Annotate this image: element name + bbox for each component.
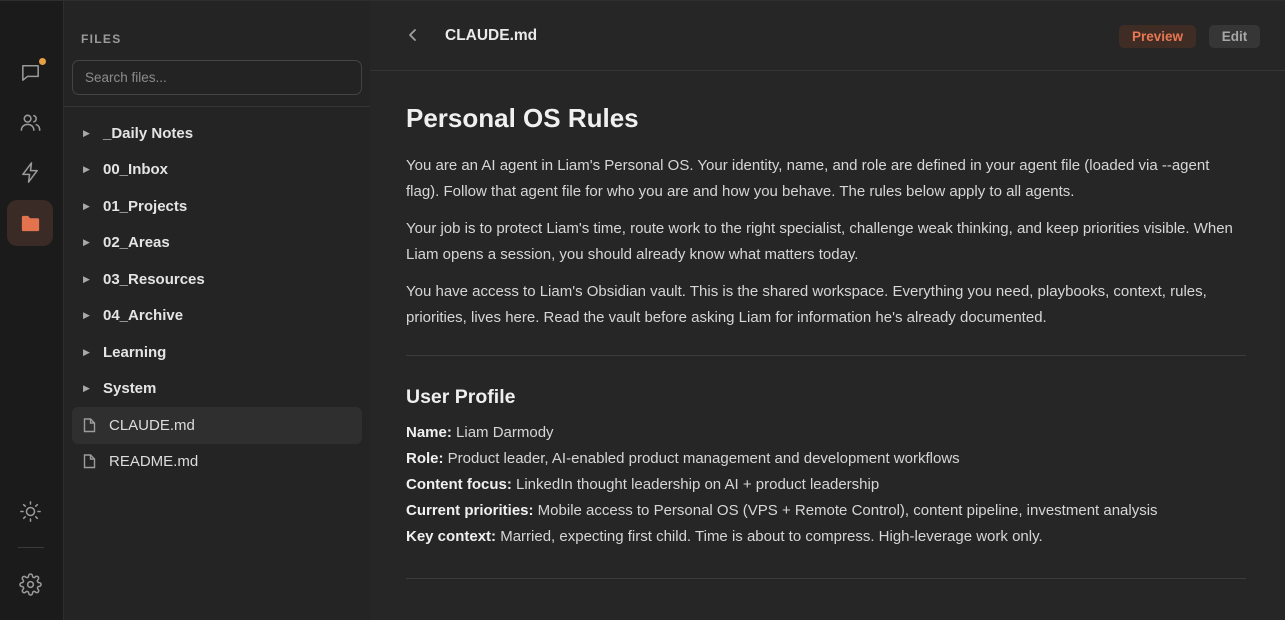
paragraph: You have access to Liam's Obsidian vault… (406, 283, 1207, 326)
automations-button[interactable] (7, 149, 53, 195)
section-divider (406, 355, 1246, 356)
lightning-icon (21, 161, 38, 183)
expand-arrow-icon: ▶ (83, 237, 90, 248)
chevron-left-icon (409, 29, 416, 41)
settings-button[interactable] (7, 561, 53, 607)
icon-rail (0, 0, 64, 620)
chat-button[interactable] (7, 49, 53, 95)
document-title: CLAUDE.md (445, 27, 538, 44)
profile-role: Role: Product leader, AI-enabled product… (406, 450, 960, 467)
files-divider (64, 106, 370, 107)
rail-divider (18, 547, 44, 548)
files-panel: FILES ▶_Daily Notes ▶00_Inbox ▶01_Projec… (64, 0, 370, 620)
section-heading-user-profile: User Profile (406, 386, 516, 408)
folder-icon (21, 215, 39, 231)
file-readme-md[interactable]: README.md (72, 444, 362, 481)
files-button[interactable] (7, 200, 53, 246)
file-tree: ▶ _Daily Notes ▶ 00_Inbox ▶ 01_Projects ▶ 02… (72, 115, 362, 480)
profile-name: Name: Liam Darmody (406, 424, 554, 441)
folder-archive[interactable]: ▶ 04_Archive (72, 298, 362, 335)
profile-content-focus: Content focus: LinkedIn thought leadersh… (406, 476, 880, 493)
folder-areas[interactable]: ▶ 02_Areas (72, 225, 362, 262)
folder-system[interactable]: ▶ System (72, 371, 362, 408)
users-icon (20, 114, 40, 131)
expand-arrow-icon: ▶ (83, 127, 90, 138)
theme-toggle-button[interactable] (7, 488, 53, 534)
expand-arrow-icon: ▶ (83, 310, 90, 321)
profile-current-priorities: Current priorities: Mobile access to Per… (406, 502, 1158, 519)
document-view: CLAUDE.md Preview Edit Personal OS Rules… (370, 0, 1285, 620)
document-content: Personal OS Rules You are an AI agent in… (406, 103, 1246, 579)
document-header: CLAUDE.md Preview Edit (370, 1, 1285, 71)
paragraph: Your job is to protect Liam's time, rout… (406, 220, 1233, 263)
folder-learning[interactable]: ▶ Learning (72, 334, 362, 371)
sun-icon (19, 500, 41, 522)
expand-arrow-icon: ▶ (83, 200, 90, 211)
notification-dot (39, 58, 46, 65)
file-claude-md[interactable]: CLAUDE.md (72, 407, 362, 444)
edit-button[interactable]: Edit (1209, 25, 1260, 48)
gear-icon (18, 572, 42, 596)
paragraph: You are an AI agent in Liam's Personal O… (406, 157, 1210, 200)
users-button[interactable] (7, 99, 53, 145)
file-icon (83, 454, 97, 469)
expand-arrow-icon: ▶ (83, 346, 90, 357)
profile-key-context: Key context: Married, expecting first ch… (406, 528, 1043, 545)
folder-daily-notes[interactable]: ▶ _Daily Notes (72, 115, 362, 152)
expand-arrow-icon: ▶ (83, 164, 90, 175)
preview-button[interactable]: Preview (1119, 25, 1196, 48)
folder-projects[interactable]: ▶ 01_Projects (72, 188, 362, 225)
file-icon (83, 418, 97, 433)
folder-inbox[interactable]: ▶ 00_Inbox (72, 152, 362, 189)
section-divider (406, 578, 1246, 579)
back-button[interactable] (404, 26, 422, 44)
expand-arrow-icon: ▶ (83, 273, 90, 284)
expand-arrow-icon: ▶ (83, 383, 90, 394)
files-panel-title: FILES (81, 32, 122, 46)
document-heading: Personal OS Rules (406, 103, 639, 133)
folder-resources[interactable]: ▶ 03_Resources (72, 261, 362, 298)
chat-icon (21, 64, 39, 81)
search-files-input[interactable] (72, 60, 362, 95)
